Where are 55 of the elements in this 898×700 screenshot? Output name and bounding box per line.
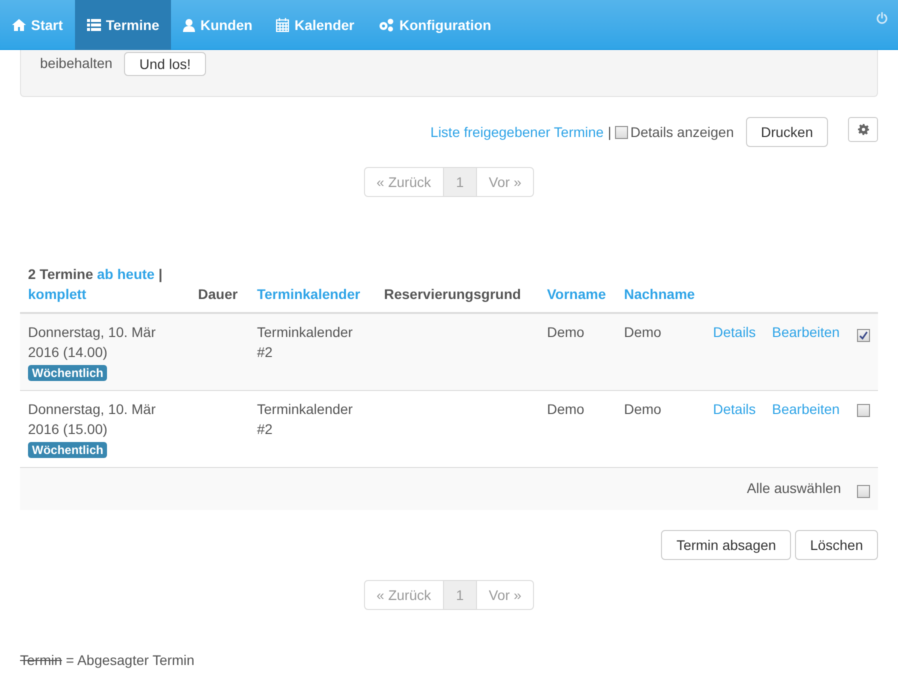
column-header[interactable]: Vorname xyxy=(547,286,606,302)
edit-link[interactable]: Bearbeiten xyxy=(772,324,840,340)
first-name-text: Demo xyxy=(547,401,584,417)
nav-tab[interactable]: Kalender xyxy=(264,0,366,50)
today-link[interactable]: ab heute xyxy=(97,266,155,282)
calendar-text: Terminkalender #2 xyxy=(257,324,353,360)
gear-icon xyxy=(858,124,868,135)
cancel-appointment-button[interactable]: Termin absagen xyxy=(661,530,792,560)
next-link[interactable]: Vor » xyxy=(476,581,534,609)
page-link[interactable]: 1 xyxy=(442,581,477,609)
checkbox[interactable] xyxy=(857,329,870,342)
legend-text: Termin = Abgesagter Termin xyxy=(20,652,194,668)
complete-link[interactable]: komplett xyxy=(28,286,86,302)
nav-tab[interactable]: Start xyxy=(0,0,75,50)
previous-link[interactable]: « Zurück xyxy=(364,168,443,196)
last-name-text: Demo xyxy=(624,401,662,417)
column-header: Reservierungsgrund xyxy=(384,286,521,302)
calendar-text: Terminkalender #2 xyxy=(257,401,353,437)
nav-tab[interactable]: Kunden xyxy=(171,0,264,50)
next-link[interactable]: Vor » xyxy=(476,168,534,196)
filter-label: beibehalten xyxy=(40,54,112,73)
print-button[interactable]: Drucken xyxy=(746,117,828,147)
details-link[interactable]: Details xyxy=(713,401,756,417)
power-icon[interactable] xyxy=(876,12,888,24)
table-header-text: 2 Termine ab heute | komplett xyxy=(28,265,164,304)
date-text: Donnerstag, 10. Mär 2016 (15.00) xyxy=(28,400,157,439)
recurrence-badge: Wöchentlich xyxy=(28,442,108,458)
last-name-text: Demo xyxy=(624,324,662,340)
recurrence-badge: Wöchentlich xyxy=(28,365,108,381)
edit-link[interactable]: Bearbeiten xyxy=(772,401,840,417)
select-all-label: Alle auswählen xyxy=(746,479,842,498)
settings-button[interactable] xyxy=(848,117,878,142)
column-header[interactable]: Nachname xyxy=(624,286,695,302)
user-icon xyxy=(183,18,196,32)
separator-text: | xyxy=(608,122,612,142)
checkbox[interactable] xyxy=(857,485,870,498)
list-icon xyxy=(86,19,101,31)
page-link[interactable]: 1 xyxy=(442,168,477,196)
calendar-icon xyxy=(276,18,290,32)
first-name-text: Demo xyxy=(547,324,584,340)
column-header: Dauer xyxy=(198,286,238,302)
shared-list-link[interactable]: Liste freigegebener Termine xyxy=(430,122,604,142)
go-button[interactable]: Und los! xyxy=(124,52,206,76)
column-header[interactable]: Terminkalender xyxy=(257,286,360,302)
delete-button[interactable]: Löschen xyxy=(795,530,878,560)
nav-tab[interactable]: Termine xyxy=(74,0,172,50)
nav-tab[interactable]: Konfiguration xyxy=(366,0,504,50)
home-icon xyxy=(12,19,26,31)
checkbox-label: Details anzeigen xyxy=(630,122,734,142)
checkbox[interactable] xyxy=(615,126,628,138)
checkbox[interactable] xyxy=(857,404,870,417)
date-text: Donnerstag, 10. Mär 2016 (14.00) xyxy=(28,323,157,362)
previous-link[interactable]: « Zurück xyxy=(364,581,443,609)
gears-icon xyxy=(378,18,394,32)
details-link[interactable]: Details xyxy=(713,324,756,340)
